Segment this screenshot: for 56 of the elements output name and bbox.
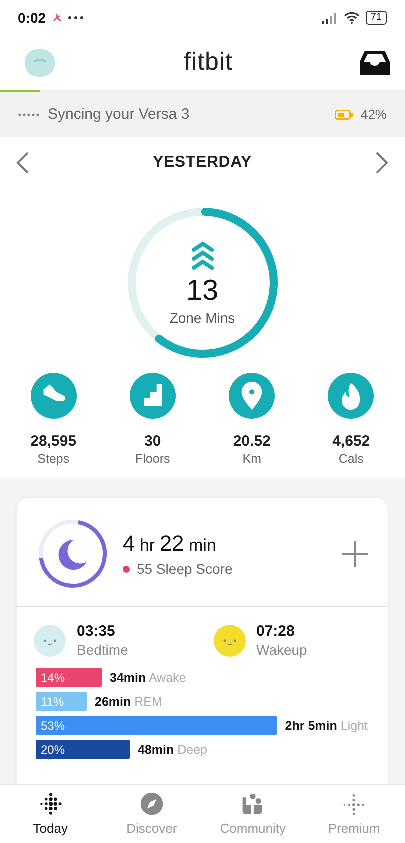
nav-tab[interactable]: Premium (306, 788, 402, 840)
nav-tab[interactable]: Today (3, 788, 98, 840)
more-icon (68, 16, 84, 20)
stat-label: Cals (338, 452, 364, 466)
stat-label: Km (242, 452, 262, 466)
device-battery: 42% (360, 107, 387, 122)
stage-bar: 14% (36, 668, 102, 687)
nav-tab[interactable]: Discover (104, 788, 200, 840)
stage-label: 26min REM (95, 694, 162, 708)
location-pin-icon[interactable] (229, 373, 276, 419)
zone-minutes-value: 13 (186, 274, 219, 308)
signal-icon (322, 12, 338, 24)
nav-tab[interactable]: Community (206, 788, 301, 840)
stage-bar: 53% (36, 716, 278, 735)
flame-icon[interactable] (328, 373, 374, 419)
battery-indicator: 71 (366, 10, 387, 24)
stat-value: 20.52 (233, 433, 271, 450)
add-icon[interactable] (342, 541, 368, 567)
stat-value: 28,595 (30, 433, 77, 450)
date-label: YESTERDAY (152, 154, 252, 172)
wakeup-label: Wakeup (256, 642, 308, 658)
status-time: 0:02 (18, 10, 46, 26)
stage-label: 48min Deep (138, 742, 208, 756)
stage-label: 2hr 5min Light (285, 718, 368, 732)
stat-label: Steps (38, 452, 70, 466)
sleep-card[interactable]: 4 hr 22 min 55 Sleep Score 03:35 Bedtime 07:28 Wakeup 14% 34min Awake 11% 26min REM 53% 2hr 5min Light 20% 48min Deep (17, 498, 388, 784)
bedtime-value: 03:35 (77, 623, 116, 640)
sync-status: Syncing your Versa 3 (48, 106, 190, 123)
sleep-duration: 4 hr 22 min (123, 531, 218, 557)
sleep-score: 55 Sleep Score (137, 561, 233, 577)
zone-minutes-label: Zone Mins (170, 310, 236, 326)
compass-icon (138, 792, 165, 818)
sun-face-icon (212, 624, 246, 658)
zone-chevrons-icon (192, 240, 214, 270)
stairs-icon[interactable] (130, 373, 176, 419)
sync-dots-icon (18, 112, 40, 116)
bedtime-label: Bedtime (77, 642, 128, 658)
stage-bar: 20% (36, 740, 130, 759)
moon-icon (58, 540, 87, 570)
inbox-icon[interactable] (358, 50, 391, 76)
dots-logo-icon (38, 792, 64, 818)
dots-cross-icon (341, 792, 368, 818)
avatar-icon[interactable] (22, 46, 58, 78)
stage-bar: 11% (36, 692, 87, 711)
battery-icon (334, 110, 353, 120)
stat-label: Floors (136, 452, 170, 466)
stage-label: 34min Awake (110, 670, 186, 684)
stat-value: 4,652 (332, 433, 370, 450)
score-dot (123, 566, 130, 572)
wakeup-value: 07:28 (256, 623, 296, 640)
stat-value: 30 (144, 433, 162, 450)
app-logo: fitbit (184, 48, 233, 77)
notification-icon (52, 12, 62, 22)
wifi-icon (344, 12, 360, 24)
shoe-icon[interactable] (30, 373, 77, 419)
moon-face-icon (33, 624, 67, 658)
